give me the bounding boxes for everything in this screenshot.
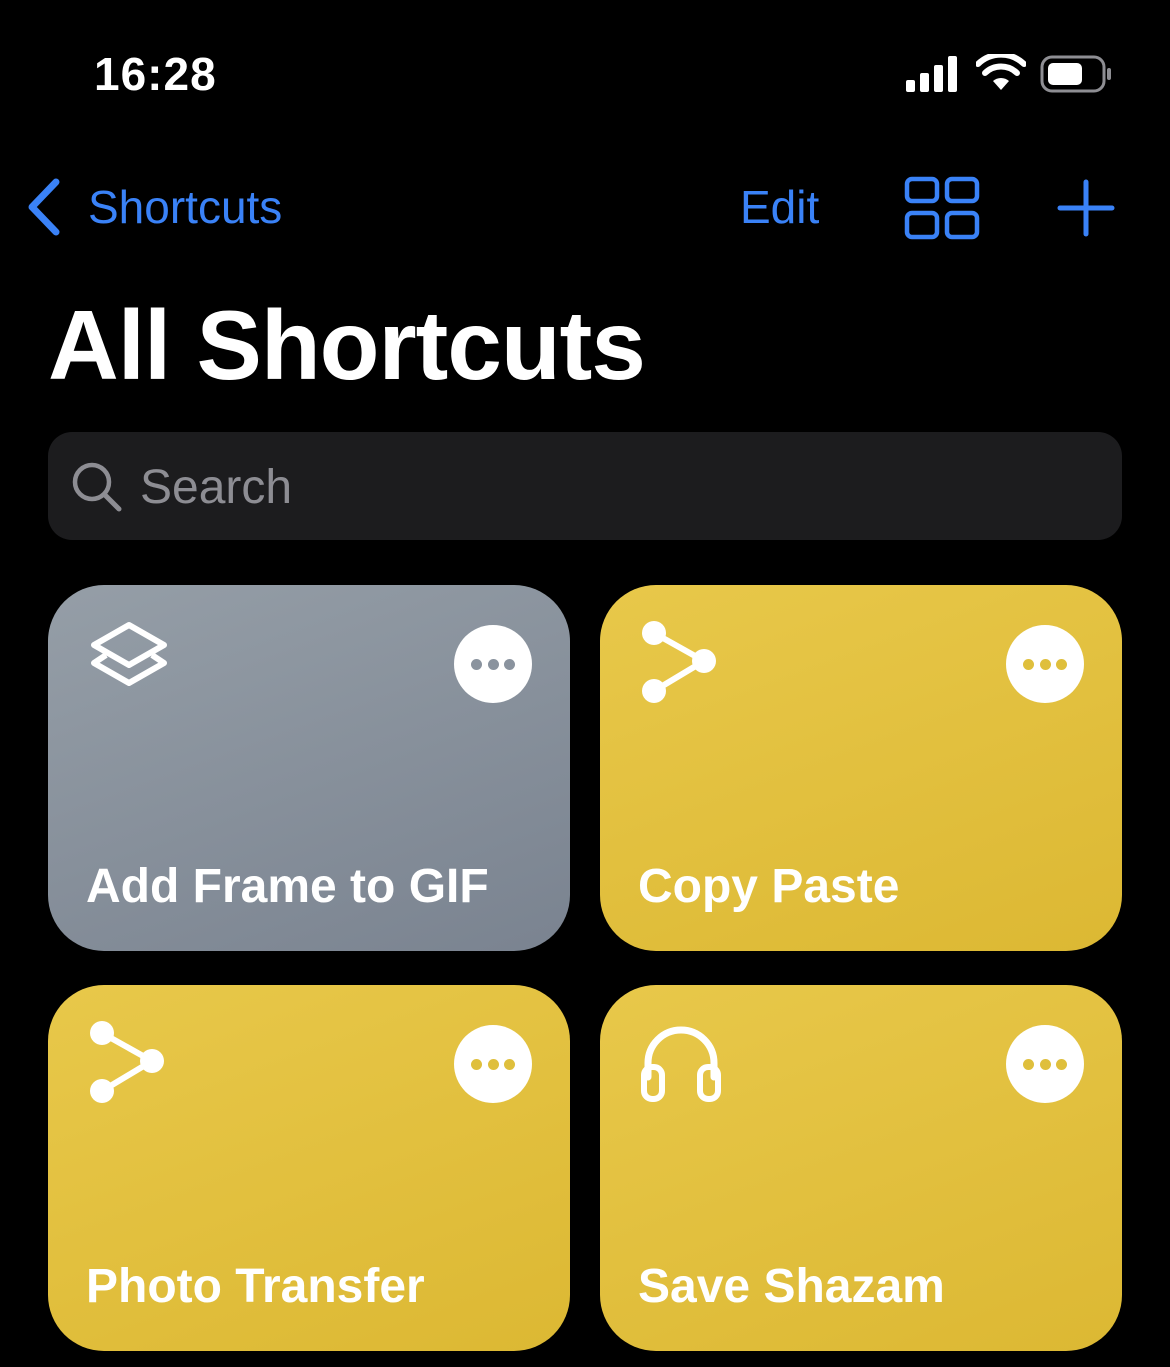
- cellular-signal-icon: [906, 56, 957, 92]
- status-time: 16:28: [94, 48, 217, 100]
- page-title: All Shortcuts: [48, 290, 646, 400]
- more-dots-icon: [1023, 1059, 1034, 1070]
- grid-icon: [904, 176, 980, 240]
- shortcut-card-add-frame-to-gif[interactable]: Add Frame to GIF: [48, 585, 570, 951]
- shortcut-title: Add Frame to GIF: [86, 860, 489, 913]
- more-options-button[interactable]: [454, 1025, 532, 1103]
- shortcut-title: Photo Transfer: [86, 1260, 425, 1313]
- shortcut-title: Copy Paste: [638, 860, 900, 913]
- headphones-icon: [641, 1026, 721, 1102]
- shortcut-title: Save Shazam: [638, 1260, 945, 1313]
- layers-icon: [91, 622, 167, 686]
- more-options-button[interactable]: [1006, 625, 1084, 703]
- back-button[interactable]: Shortcuts: [22, 172, 282, 242]
- wifi-icon: [976, 54, 1026, 90]
- shortcut-card-copy-paste[interactable]: Copy Paste: [600, 585, 1122, 951]
- more-dots-icon: [471, 1059, 482, 1070]
- more-dots-icon: [1023, 659, 1034, 670]
- back-button-label: Shortcuts: [88, 181, 283, 233]
- battery-icon: [1040, 55, 1111, 93]
- navigation-bar: Shortcuts Edit: [0, 160, 1170, 260]
- chevron-left-icon: [28, 178, 60, 236]
- share-nodes-icon: [642, 621, 716, 703]
- share-nodes-icon: [90, 1021, 164, 1103]
- search-icon: [72, 462, 122, 512]
- shortcut-card-photo-transfer[interactable]: Photo Transfer: [48, 985, 570, 1351]
- search-input[interactable]: [140, 452, 1040, 522]
- more-dots-icon: [471, 659, 482, 670]
- edit-button[interactable]: Edit: [740, 172, 819, 242]
- more-options-button[interactable]: [1006, 1025, 1084, 1103]
- add-shortcut-button[interactable]: [1056, 178, 1116, 238]
- more-options-button[interactable]: [454, 625, 532, 703]
- search-field[interactable]: [48, 432, 1122, 540]
- grid-view-button[interactable]: [904, 176, 980, 240]
- plus-icon: [1057, 179, 1115, 237]
- status-bar: 16:28: [0, 0, 1170, 140]
- shortcut-card-save-shazam[interactable]: Save Shazam: [600, 985, 1122, 1351]
